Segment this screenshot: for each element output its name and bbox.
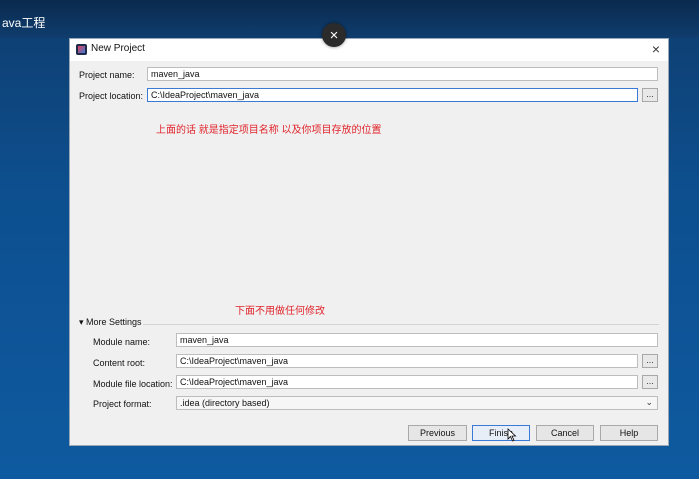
cancel-button[interactable]: Cancel [536,425,594,441]
project-name-input[interactable]: maven_java [147,67,658,81]
content-root-input[interactable]: C:\IdeaProject\maven_java [176,354,638,368]
project-format-value: .idea (directory based) [180,398,270,408]
project-location-label: Project location: [79,91,144,101]
content-root-label: Content root: [93,358,146,368]
annotation-note-bottom: 下面不用做任何修改 [235,306,325,317]
more-settings-toggle[interactable]: ▾ More Settings [79,317,142,328]
module-file-browse-button[interactable]: ... [642,375,658,389]
help-button[interactable]: Help [600,425,658,441]
dialog-titlebar: New Project × [70,39,668,61]
project-format-select[interactable]: .idea (directory based) ⌄ [176,396,658,410]
background-window-title: ava工程 [2,16,46,30]
finish-button[interactable]: Finish [472,425,530,441]
module-name-label: Module name: [93,337,151,347]
mouse-cursor-icon [507,428,517,442]
dialog-close-icon[interactable]: × [652,41,660,57]
previous-button[interactable]: Previous [408,425,467,441]
module-name-input[interactable]: maven_java [176,333,658,347]
project-location-input[interactable]: C:\IdeaProject\maven_java [147,88,638,102]
module-file-location-label: Module file location: [93,379,173,389]
project-location-browse-button[interactable]: ... [642,88,658,102]
more-settings-divider [143,324,659,325]
new-project-dialog: New Project × Project name: maven_java P… [69,38,669,446]
content-root-browse-button[interactable]: ... [642,354,658,368]
desktop-top-strip [0,0,699,38]
module-file-location-input[interactable]: C:\IdeaProject\maven_java [176,375,638,389]
dialog-title: New Project [91,43,145,54]
annotation-note-top: 上面的话 就是指定项目名称 以及你项目存放的位置 [156,125,382,136]
overlay-close-icon[interactable]: × [322,23,346,47]
intellij-app-icon [76,44,87,55]
project-name-label: Project name: [79,70,135,80]
chevron-down-icon: ⌄ [645,397,653,407]
project-format-label: Project format: [93,399,152,409]
